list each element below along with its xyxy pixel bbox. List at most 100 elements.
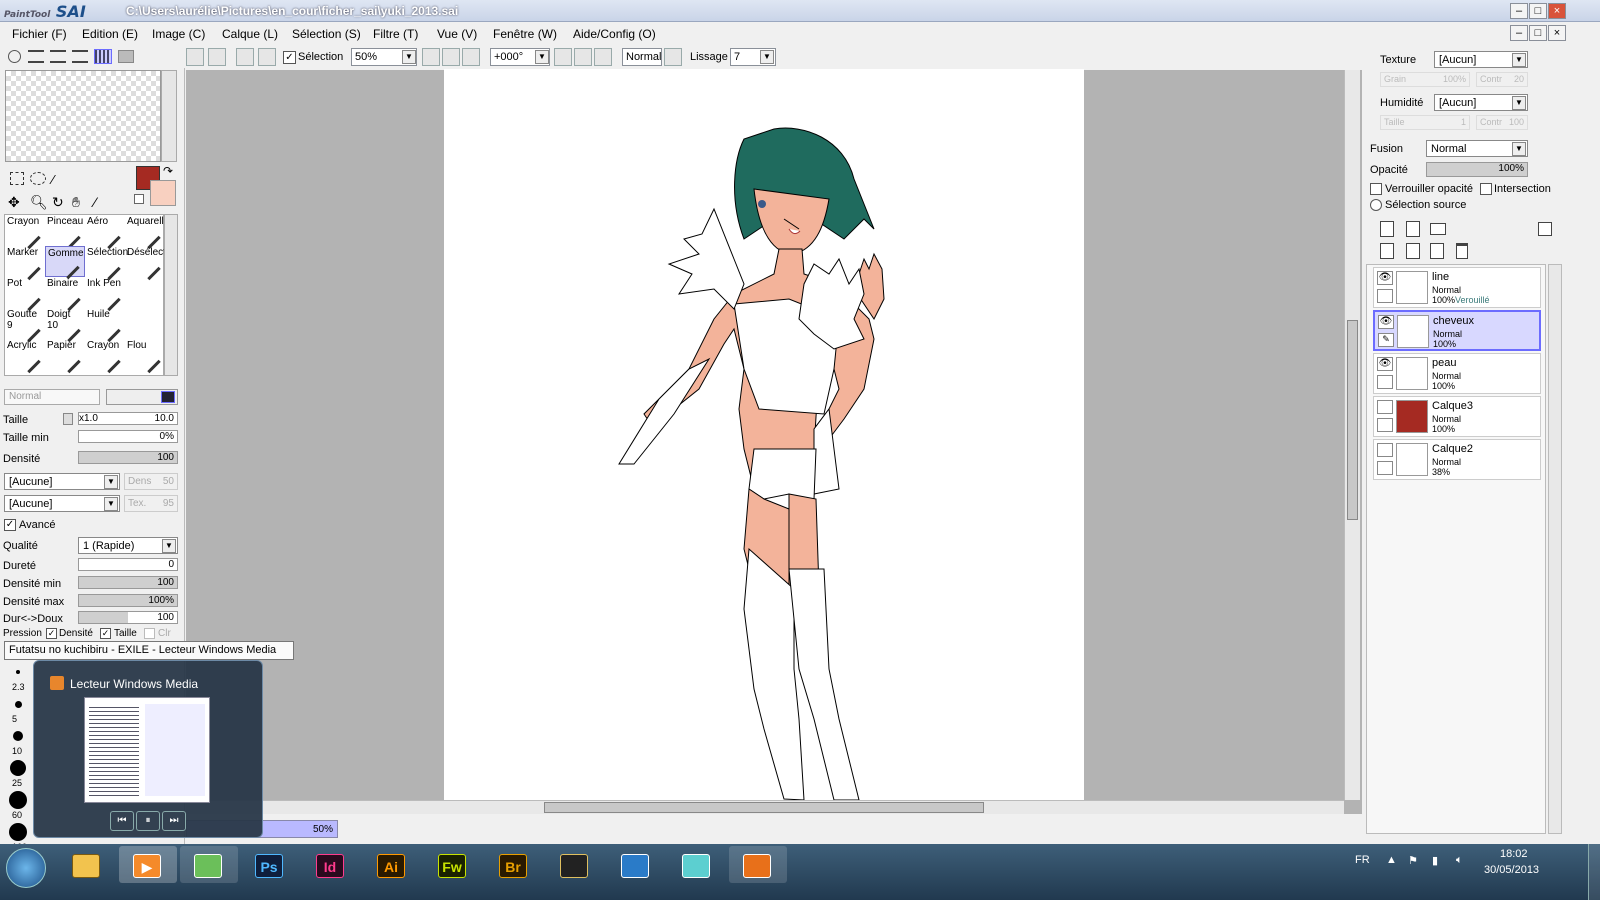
source-selection-radio[interactable] [1370, 199, 1382, 211]
tool-ink-pen[interactable]: Ink Pen [85, 277, 125, 312]
eyedropper-icon[interactable]: ⁄ [94, 194, 96, 210]
merge-down-icon[interactable] [1406, 243, 1420, 259]
tool-crayon[interactable]: Crayon [85, 339, 125, 374]
pressure-color-checkbox[interactable] [144, 628, 155, 639]
lasso-icon[interactable] [30, 172, 46, 185]
taskbar-app-ps[interactable]: Ps [241, 846, 299, 883]
zoom-in-icon[interactable] [442, 48, 460, 66]
taskbar-app-miku[interactable] [607, 846, 665, 883]
size-lock-icon[interactable] [63, 413, 73, 425]
pressure-size-checkbox[interactable]: ✓ [100, 628, 111, 639]
quality-dropdown-icon[interactable]: ▼ [162, 539, 176, 553]
humidity-dropdown-icon[interactable]: ▼ [1512, 96, 1526, 110]
taskbar-app-fw[interactable]: Fw [424, 846, 482, 883]
menu-selection[interactable]: Sélection (S) [292, 27, 361, 41]
flip-icon[interactable] [664, 48, 682, 66]
tool-sélection[interactable]: Sélection [85, 246, 128, 281]
layer-lock-icon[interactable]: ✎ [1378, 333, 1394, 347]
rotate-tool-icon[interactable]: ↻ [52, 194, 64, 211]
tool-pot[interactable]: Pot [5, 277, 45, 312]
brush-edge-shapes[interactable] [106, 389, 178, 405]
selection-checkbox[interactable]: ✓ [283, 51, 296, 64]
drawing-canvas[interactable] [444, 69, 1084, 801]
layer-lock-icon[interactable] [1377, 418, 1393, 432]
texture-select-dropdown-icon[interactable]: ▼ [1512, 53, 1526, 67]
brush-size-dot[interactable] [9, 823, 27, 841]
next-track-icon[interactable]: ⏭ [162, 811, 186, 831]
menu-layer[interactable]: Calque (L) [222, 27, 278, 41]
layer-lock-icon[interactable] [1377, 375, 1393, 389]
pressure-density-checkbox[interactable]: ✓ [46, 628, 57, 639]
brush-size-dot[interactable] [10, 760, 26, 776]
pause-icon[interactable]: ⏸ [136, 811, 160, 831]
doc-restore-button[interactable]: □ [1529, 25, 1547, 41]
size-bar[interactable]: x1.0 10.0 [78, 412, 178, 425]
intersection-checkbox[interactable] [1480, 183, 1492, 195]
action-center-icon[interactable]: ⚑ [1408, 854, 1418, 867]
min-density-bar[interactable]: 100 [78, 576, 178, 589]
taskbar-app-id[interactable]: Id [302, 846, 360, 883]
taskbar-app-lecteur-windows-media[interactable]: ▶ [119, 846, 177, 883]
rotation-dropdown-icon[interactable]: ▼ [535, 50, 549, 64]
doc-close-button[interactable]: × [1548, 25, 1566, 41]
swatch-scrollbar[interactable] [161, 70, 177, 162]
new-folder-icon[interactable] [1430, 223, 1446, 235]
menu-filter[interactable]: Filtre (T) [373, 27, 418, 41]
hardness-bar[interactable]: 0 [78, 558, 178, 571]
density-bar[interactable]: 100 [78, 451, 178, 464]
show-desktop-button[interactable] [1588, 844, 1600, 900]
layer-row[interactable]: 👁︎ line Normal 100%Verouillé [1373, 267, 1541, 308]
tool-flou[interactable]: Flou [125, 339, 165, 374]
minimize-button[interactable]: – [1510, 3, 1528, 19]
language-indicator[interactable]: FR [1355, 854, 1370, 866]
undo-icon[interactable] [186, 48, 204, 66]
zoom-reset-icon[interactable] [462, 48, 480, 66]
hand-icon[interactable]: ✋︎ [72, 194, 80, 211]
humidity-contrast-field[interactable]: Contr 100 [1476, 115, 1528, 130]
secondary-color[interactable] [150, 180, 176, 206]
tool-aquarelle[interactable]: Aquarelle [125, 215, 169, 250]
color-swatch-grid[interactable] [5, 70, 161, 162]
visibility-eye-icon[interactable]: 👁︎ [1378, 315, 1394, 329]
taskbar-app-painttool-sai[interactable] [180, 846, 238, 883]
layer-mask-icon[interactable] [1538, 222, 1552, 236]
tool-goutte-9[interactable]: Goutte 9 [5, 308, 45, 343]
tool-aéro[interactable]: Aéro [85, 215, 125, 250]
visibility-eye-icon[interactable] [1377, 443, 1393, 457]
hsv-slider-icon[interactable] [50, 50, 66, 63]
tool-doigt-10[interactable]: Doigt 10 [45, 308, 85, 343]
taskbar-app-app[interactable] [546, 846, 604, 883]
network-icon[interactable]: ▮ [1432, 854, 1438, 867]
brush-size-dot[interactable] [16, 670, 20, 674]
texture-dropdown-icon[interactable]: ▼ [104, 497, 118, 511]
visibility-eye-icon[interactable] [1377, 400, 1393, 414]
visibility-eye-icon[interactable]: 👁︎ [1377, 357, 1393, 371]
tool-huile[interactable]: Huile [85, 308, 125, 343]
menu-file[interactable]: Fichier (F) [12, 27, 67, 41]
brush-size-dot[interactable] [14, 700, 22, 708]
taskbar-app-explorateur[interactable] [58, 846, 116, 883]
shape-dropdown-icon[interactable]: ▼ [104, 475, 118, 489]
layer-row[interactable]: Calque2 Normal 38% [1373, 439, 1541, 480]
taskbar-app-miku-2[interactable] [668, 846, 726, 883]
humidity-size-field[interactable]: Taille 1 [1380, 115, 1470, 130]
tool-crayon[interactable]: Crayon [5, 215, 45, 250]
close-button[interactable]: × [1548, 3, 1566, 19]
show-hidden-icons[interactable]: ▲ [1386, 854, 1397, 866]
taskbar-app-firefox[interactable] [729, 846, 787, 883]
move-icon[interactable]: ✥ [8, 194, 20, 211]
tool-gomme[interactable]: Gomme [45, 246, 85, 280]
lock-opacity-checkbox[interactable] [1370, 183, 1382, 195]
rect-select-icon[interactable] [10, 172, 24, 185]
magic-wand-icon[interactable]: ⁄ [52, 172, 68, 187]
tool-grid-scrollbar[interactable] [164, 214, 178, 376]
zoom-dropdown-icon[interactable]: ▼ [402, 50, 416, 64]
volume-icon[interactable]: 🔈︎ [1456, 854, 1463, 867]
max-density-bar[interactable]: 100% [78, 594, 178, 607]
layer-row[interactable]: Calque3 Normal 100% [1373, 396, 1541, 437]
media-player-preview[interactable]: Lecteur Windows Media ⏮ ⏸ ⏭ [33, 660, 263, 838]
tool-désélect[interactable]: Désélect [125, 246, 166, 281]
new-vector-layer-icon[interactable] [1406, 221, 1420, 237]
scratchpad-icon[interactable] [118, 50, 134, 63]
menu-view[interactable]: Vue (V) [437, 27, 477, 41]
